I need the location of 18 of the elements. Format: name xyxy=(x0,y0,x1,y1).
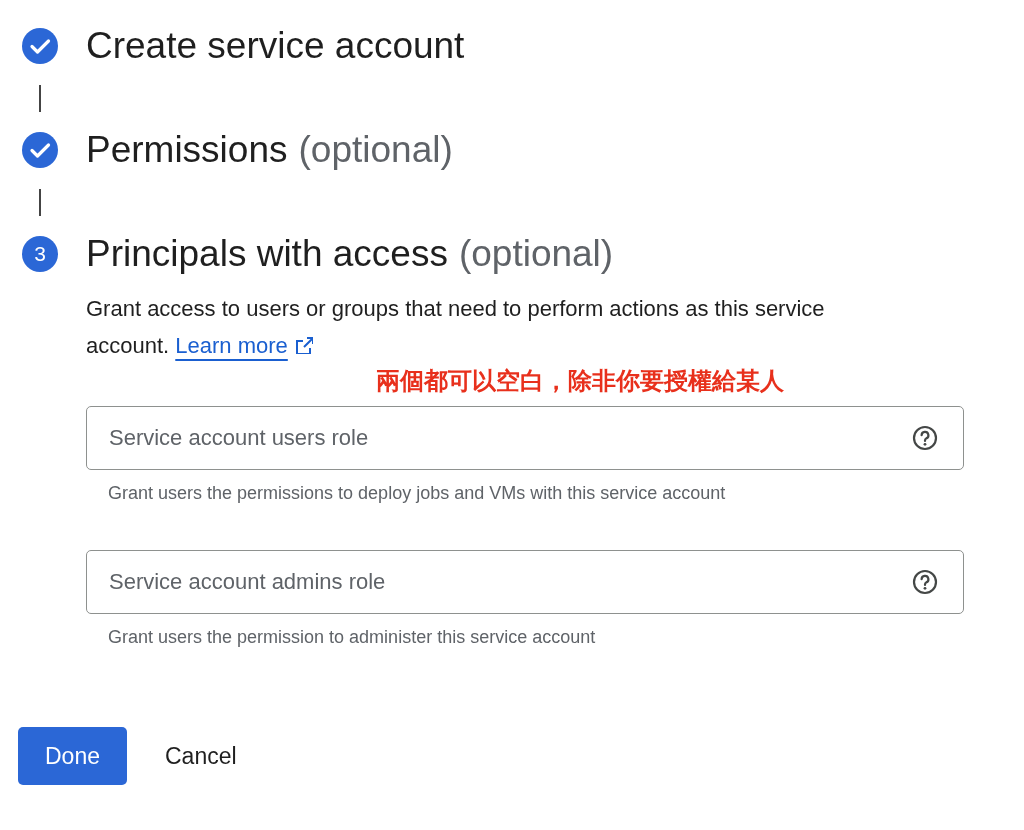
field-hint: Grant users the permissions to deploy jobs and VMs with this service account xyxy=(107,482,727,504)
field-hint: Grant users the permission to administer this service account xyxy=(107,626,597,648)
external-link-icon xyxy=(293,335,313,354)
step-suffix: (optional) xyxy=(458,233,614,275)
help-icon xyxy=(912,569,938,595)
step-suffix: (optional) xyxy=(298,129,453,171)
learn-more-link[interactable]: Learn more xyxy=(175,333,313,358)
step-title: Create service account xyxy=(86,25,465,67)
done-button[interactable]: Done xyxy=(18,727,127,785)
cancel-button[interactable]: Cancel xyxy=(147,727,255,785)
step-title: Principals with access xyxy=(86,233,448,275)
step-title: Permissions xyxy=(86,129,288,171)
role-field[interactable]: Service account admins role xyxy=(86,550,964,614)
description-text: Grant access to users or groups that need to perform actions as this service account. Learn more xyxy=(86,295,826,360)
role-field[interactable]: Service account users role xyxy=(86,406,964,470)
step-number: 3 xyxy=(22,236,58,272)
annotation-text: 兩個都可以空白，除非你要授權給某人 xyxy=(376,366,785,396)
help-icon xyxy=(912,425,938,451)
